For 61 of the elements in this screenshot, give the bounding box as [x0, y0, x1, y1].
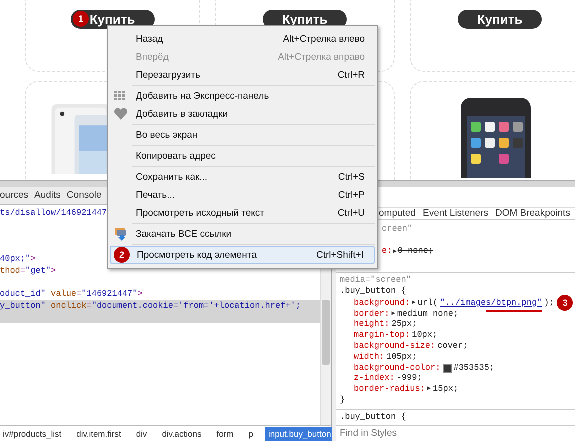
css-selector: .buy_button {	[340, 286, 408, 298]
menu-item[interactable]: Просмотреть исходный текст Ctrl+U	[110, 204, 375, 222]
property-value: cover;	[438, 341, 468, 352]
media-label: media="screen"	[340, 274, 412, 286]
property-value: 15px;	[433, 384, 459, 395]
buy-button[interactable]: Купить	[458, 10, 542, 29]
property-name: border:	[354, 308, 390, 320]
property-value: 25px;	[392, 319, 418, 330]
menu-item[interactable]: Закачать ВСЕ ссылки	[110, 225, 375, 243]
styles-tab[interactable]: DOM Breakpoints	[495, 208, 570, 219]
menu-item[interactable]: Назад Alt+Стрелка влево	[110, 30, 375, 48]
property-value: medium none;	[397, 308, 459, 320]
menu-item[interactable]: Добавить в закладки	[110, 105, 375, 123]
devtools-tab[interactable]: Audits	[34, 190, 61, 201]
menu-item[interactable]: 2 Просмотреть код элемента Ctrl+Shift+I	[110, 246, 375, 264]
breadcrumb-item[interactable]: div	[133, 426, 150, 440]
property-name: background-color:	[354, 362, 441, 374]
property-name: border-radius:	[354, 384, 426, 395]
property-name: margin-top:	[354, 330, 410, 342]
property-value: -999;	[396, 373, 422, 384]
menu-item[interactable]: Во весь экран	[110, 126, 375, 144]
property-name: width:	[354, 352, 385, 363]
property-name: background:	[354, 298, 410, 309]
step-marker: 3	[557, 295, 574, 312]
step-marker: 2	[114, 247, 130, 263]
breadcrumb-item[interactable]: iv#products_list	[0, 426, 65, 440]
code-line: thod="get">	[0, 266, 56, 277]
code-line: 40px;">	[0, 254, 36, 266]
heart-icon	[114, 108, 128, 120]
download-icon	[114, 227, 128, 241]
property-value: 105px;	[386, 352, 418, 363]
breadcrumb-item[interactable]: div.item.first	[74, 426, 124, 440]
underline-mark	[486, 310, 542, 312]
property-name: height:	[354, 319, 390, 330]
menu-item[interactable]: Копировать адрес	[110, 147, 375, 165]
styles-tab[interactable]: omputed	[379, 208, 416, 219]
media-label: creen"	[381, 224, 414, 236]
menu-item[interactable]: Печать... Ctrl+P	[110, 186, 375, 204]
property-name: z-index:	[354, 373, 395, 384]
property-value: url(	[418, 298, 438, 309]
breadcrumb-item[interactable]: form	[214, 426, 237, 440]
url-link[interactable]: "../images/btpn.png"	[440, 298, 542, 308]
property-name: background-size:	[354, 341, 436, 352]
grid-icon	[114, 91, 128, 101]
devtools-tab[interactable]: ources	[0, 190, 29, 201]
menu-item[interactable]: Сохранить как... Ctrl+S	[110, 168, 375, 186]
devtools-tab[interactable]: Console	[66, 190, 102, 201]
property-value: 10px;	[412, 330, 438, 342]
color-swatch[interactable]	[442, 364, 452, 372]
menu-item[interactable]: Добавить на Экспресс-панель	[110, 87, 375, 105]
code-line: ts/disallow/146921447	[0, 208, 108, 220]
styles-tab[interactable]: Event Listeners	[422, 208, 488, 219]
css-brace: }	[340, 395, 346, 406]
code-line: oduct_id" value="146921447">	[0, 288, 143, 300]
property-value: );	[544, 298, 554, 309]
property-value: #353535;	[454, 362, 495, 374]
css-selector: .buy_button {	[340, 412, 408, 423]
breadcrumb-item[interactable]: input.buy_button	[265, 426, 334, 440]
breadcrumb-item[interactable]: p	[246, 426, 256, 440]
menu-item[interactable]: Перезагрузить Ctrl+R	[110, 66, 375, 84]
breadcrumb-item[interactable]: div.actions	[159, 426, 205, 440]
